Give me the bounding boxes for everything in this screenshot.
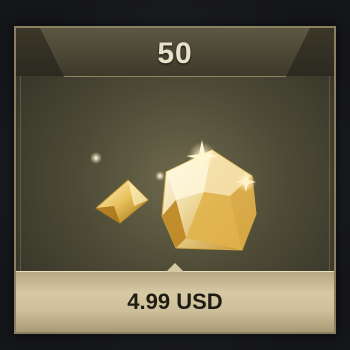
price-bar-notch (166, 263, 184, 272)
price-label: 4.99 USD (127, 289, 223, 314)
small-diamond (95, 179, 149, 224)
gold-diamond-pile-icon (90, 140, 257, 251)
shop-offer-card[interactable]: 50 4.99 USD (14, 26, 336, 334)
shop-background: 50 4.99 USD (0, 0, 350, 350)
price-bar[interactable]: 4.99 USD (16, 263, 334, 332)
quantity-label: 50 (157, 37, 193, 70)
